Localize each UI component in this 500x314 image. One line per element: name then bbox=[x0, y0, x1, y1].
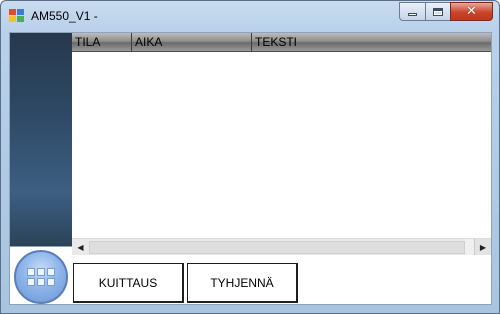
maximize-icon bbox=[433, 7, 443, 16]
clear-button[interactable]: TYHJENNÄ bbox=[187, 263, 298, 303]
alarm-list[interactable]: TILA AIKA TEKSTI ◀ ▶ bbox=[72, 33, 491, 256]
side-panel bbox=[10, 33, 72, 246]
column-header-tila[interactable]: TILA bbox=[72, 33, 132, 52]
minimize-icon bbox=[408, 13, 417, 16]
scroll-right-button[interactable]: ▶ bbox=[474, 239, 491, 256]
list-header: TILA AIKA TEKSTI bbox=[72, 33, 491, 52]
scroll-left-button[interactable]: ◀ bbox=[72, 239, 89, 256]
window-controls: ✕ bbox=[399, 2, 493, 21]
close-icon: ✕ bbox=[466, 4, 477, 19]
main-menu-button[interactable] bbox=[14, 250, 68, 304]
minimize-button[interactable] bbox=[399, 2, 425, 21]
close-button[interactable]: ✕ bbox=[450, 2, 493, 21]
scroll-track-end bbox=[465, 239, 474, 256]
app-icon bbox=[9, 9, 25, 23]
scroll-thumb[interactable] bbox=[89, 241, 465, 254]
app-window: AM550_V1 - ✕ TILA AIKA TEKSTI ◀ ▶ KUITTA… bbox=[0, 0, 500, 314]
scroll-left-icon: ◀ bbox=[77, 243, 84, 252]
grid-menu-icon bbox=[27, 268, 55, 286]
window-title: AM550_V1 - bbox=[31, 9, 98, 23]
title-bar[interactable]: AM550_V1 - ✕ bbox=[1, 1, 499, 31]
column-header-teksti[interactable]: TEKSTI bbox=[252, 33, 491, 52]
button-bar: KUITTAUS TYHJENNÄ bbox=[72, 255, 491, 304]
scroll-right-icon: ▶ bbox=[479, 243, 487, 252]
menu-button-area bbox=[10, 246, 72, 304]
acknowledge-button[interactable]: KUITTAUS bbox=[73, 263, 184, 303]
horizontal-scrollbar[interactable]: ◀ ▶ bbox=[72, 238, 491, 256]
column-header-aika[interactable]: AIKA bbox=[132, 33, 252, 52]
maximize-button[interactable] bbox=[425, 2, 450, 21]
client-area: TILA AIKA TEKSTI ◀ ▶ KUITTAUS TYHJENNÄ bbox=[9, 32, 492, 305]
